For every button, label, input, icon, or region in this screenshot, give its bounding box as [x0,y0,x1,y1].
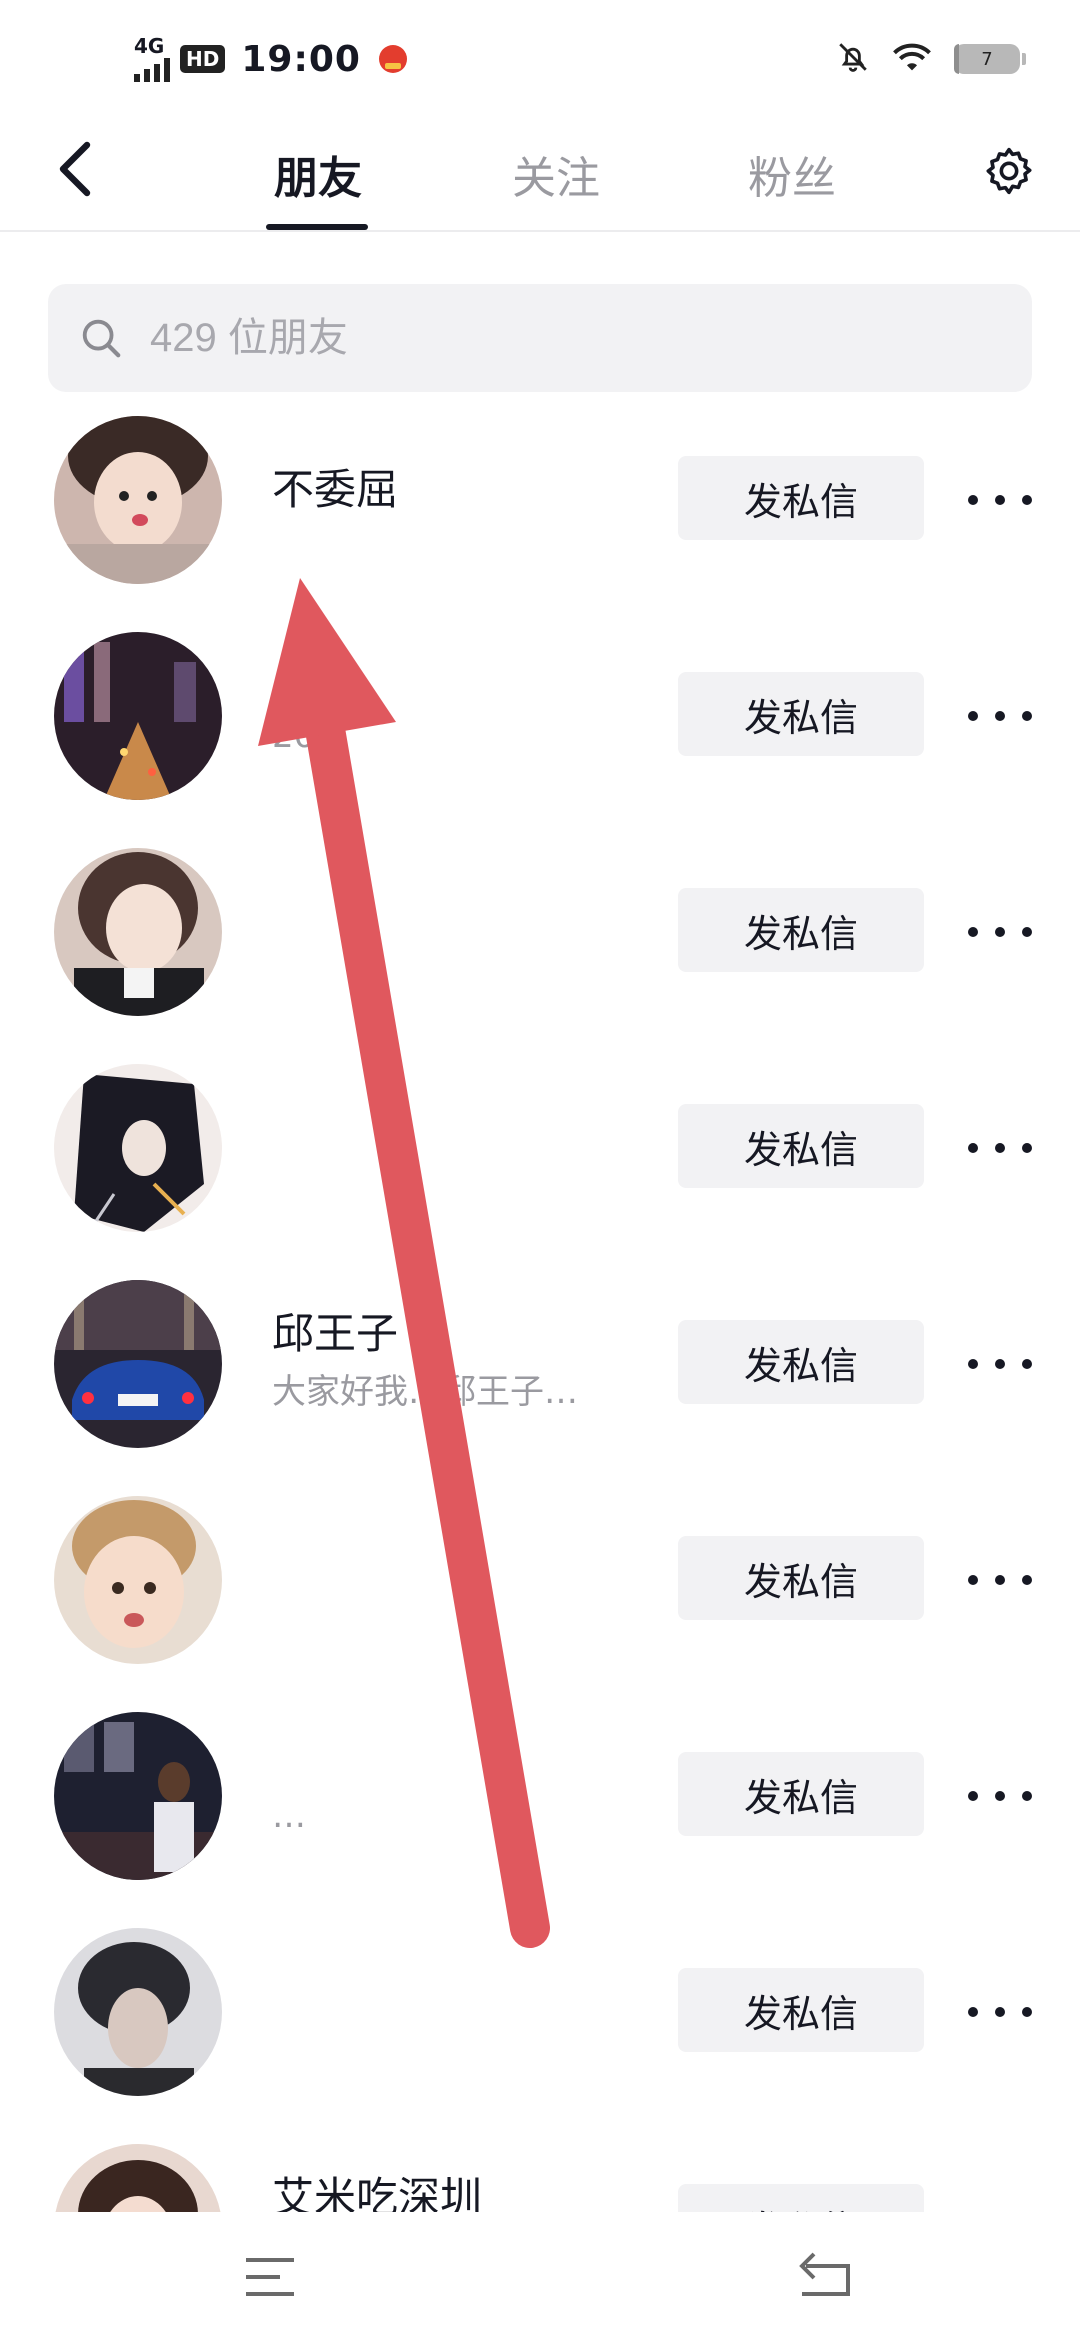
send-message-button[interactable]: 发私信 [678,672,924,756]
settings-button[interactable] [974,136,1044,206]
friend-name: 不委屈 [272,465,399,514]
more-options-icon[interactable] [968,1128,1032,1168]
tab-friends[interactable]: 朋友 [258,134,378,214]
friend-name: … [272,652,314,701]
friend-row[interactable]: 不委屈 发私信 [0,400,1080,616]
top-nav: 朋友 关注 粉丝 [0,110,1080,232]
search-icon [76,313,126,363]
friend-row[interactable]: 发私信 [0,832,1080,1048]
send-message-button[interactable]: 发私信 [678,1752,924,1836]
status-left: 4G HD 19:00 [134,36,407,82]
status-time: 19:00 [241,38,361,80]
more-options-icon[interactable] [968,480,1032,520]
send-message-button[interactable]: 发私信 [678,1968,924,2052]
avatar[interactable] [54,416,222,584]
hd-badge: HD [180,45,226,73]
network-label: 4G [134,34,165,58]
send-message-button[interactable]: 发私信 [678,1104,924,1188]
friend-row[interactable]: 发私信 [0,1912,1080,2128]
more-options-icon[interactable] [968,1344,1032,1384]
send-message-button[interactable]: 发私信 [678,888,924,972]
system-nav-bar [0,2212,1080,2340]
system-back-icon[interactable] [790,2248,860,2304]
notification-app-icon [378,45,407,73]
send-message-button[interactable]: 发私信 [678,456,924,540]
friend-name: 邱王子 [272,1309,399,1358]
more-options-icon[interactable] [968,696,1032,736]
back-button[interactable] [40,134,110,204]
friend-row[interactable]: … 20… 发私信 [0,616,1080,832]
battery-icon: 7 [954,44,1026,74]
friend-row[interactable]: 发私信 [0,1048,1080,1264]
active-tab-indicator [266,224,368,230]
avatar[interactable] [54,1712,222,1880]
battery-level: 7 [981,48,993,70]
tab-followers[interactable]: 粉丝 [732,134,852,214]
friend-subtitle: 20… [272,716,350,756]
search-input[interactable] [148,314,952,362]
friend-subtitle: … [272,1796,306,1836]
wifi-icon [892,40,932,78]
more-options-icon[interactable] [968,912,1032,952]
friend-search-bar[interactable] [48,284,1032,392]
status-bar: 4G HD 19:00 7 [0,0,1080,110]
avatar[interactable] [54,1280,222,1448]
send-message-button[interactable]: 发私信 [678,1536,924,1620]
avatar[interactable] [54,848,222,1016]
gear-icon [986,147,1032,195]
signal-icon [134,56,170,82]
avatar[interactable] [54,1064,222,1232]
friend-row[interactable]: 发私信 [0,1480,1080,1696]
avatar[interactable] [54,632,222,800]
tab-following[interactable]: 关注 [496,134,616,214]
menu-icon[interactable] [240,2252,300,2302]
friend-row[interactable]: 邱王子 大家好我…邱王子… 发私信 [0,1264,1080,1480]
friend-row[interactable]: … 发私信 [0,1696,1080,1912]
network-indicator: 4G [134,36,170,82]
friend-subtitle: 大家好我…邱王子… [272,1372,578,1412]
more-options-icon[interactable] [968,1560,1032,1600]
avatar[interactable] [54,1928,222,2096]
avatar[interactable] [54,1496,222,1664]
mute-bell-icon [836,40,870,78]
chevron-left-icon [59,141,91,197]
more-options-icon[interactable] [968,1776,1032,1816]
more-options-icon[interactable] [968,1992,1032,2032]
send-message-button[interactable]: 发私信 [678,1320,924,1404]
status-right: 7 [836,40,1026,78]
